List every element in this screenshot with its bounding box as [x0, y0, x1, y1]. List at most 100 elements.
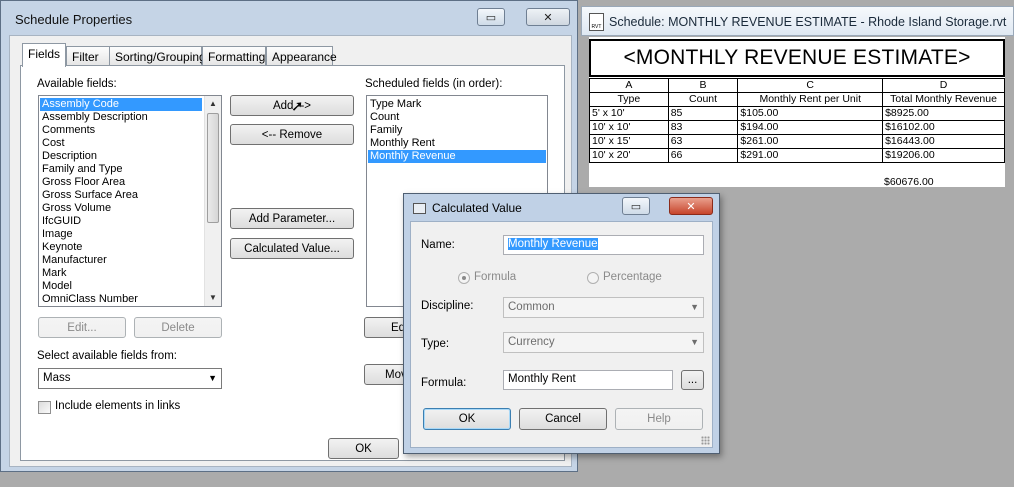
calculated-value-dialog: Calculated Value ▭ ✕ Name: Monthly Reven…	[403, 193, 720, 454]
schedule-heading: <MONTHLY REVENUE ESTIMATE>	[589, 39, 1005, 77]
resize-grip-icon[interactable]	[701, 436, 710, 445]
formula-input[interactable]: Monthly Rent	[503, 370, 673, 390]
schedule-view-title: Schedule: MONTHLY REVENUE ESTIMATE - Rho…	[609, 15, 1007, 29]
include-links-checkbox[interactable]	[38, 401, 51, 414]
table-cell[interactable]: $261.00	[737, 134, 884, 149]
mouse-cursor-icon: ➚	[291, 98, 304, 115]
chevron-down-icon: ▼	[690, 337, 699, 347]
table-cell[interactable]: $19206.00	[882, 148, 1005, 163]
edit-field-button[interactable]: Edit...	[38, 317, 126, 338]
table-cell[interactable]: $105.00	[737, 106, 884, 121]
tab-appearance[interactable]: Appearance	[266, 46, 337, 66]
restore-icon: ▭	[630, 200, 642, 213]
ok-button[interactable]: OK	[328, 438, 399, 459]
available-field-item[interactable]: Keynote	[40, 241, 202, 254]
available-field-item[interactable]: Assembly Description	[40, 111, 202, 124]
table-cell[interactable]: $16102.00	[882, 120, 1005, 135]
name-input[interactable]: Monthly Revenue	[503, 235, 704, 255]
available-field-item[interactable]: Gross Surface Area	[40, 189, 202, 202]
calculated-value-title: Calculated Value	[432, 201, 522, 215]
select-available-fields-label: Select available fields from:	[37, 350, 177, 362]
table-cell[interactable]: 10' x 10'	[589, 120, 669, 135]
formula-input-value: Monthly Rent	[508, 373, 576, 385]
remove-field-button[interactable]: <-- Remove	[230, 124, 354, 145]
scheduled-field-item[interactable]: Monthly Rent	[368, 137, 546, 150]
scroll-up-icon[interactable]: ▲	[205, 96, 221, 112]
rvt-icon-text: RVT	[591, 24, 602, 30]
available-field-item[interactable]: Image	[40, 228, 202, 241]
table-row: 5' x 10' 85 $105.00 $8925.00	[589, 106, 1005, 121]
available-field-item[interactable]: Family and Type	[40, 163, 202, 176]
table-cell[interactable]: 63	[667, 134, 739, 149]
table-cell[interactable]: $8925.00	[882, 106, 1005, 121]
restore-window-button[interactable]: ▭	[477, 8, 505, 26]
formula-browse-button[interactable]: ...	[681, 370, 704, 390]
table-cell[interactable]: $194.00	[737, 120, 884, 135]
calculated-value-button[interactable]: Calculated Value...	[230, 238, 354, 259]
table-cell[interactable]: B	[667, 78, 739, 93]
close-icon: ✕	[686, 200, 696, 213]
table-cell[interactable]: Type	[589, 92, 669, 107]
available-fields-scrollbar[interactable]: ▲ ▼	[204, 96, 221, 306]
calc-help-button[interactable]: Help	[615, 408, 703, 430]
available-field-item[interactable]: OmniClass Number	[40, 293, 202, 306]
available-fields-list[interactable]: Assembly Code Assembly Description Comment…	[38, 95, 222, 307]
available-field-item[interactable]: Gross Volume	[40, 202, 202, 215]
available-field-item[interactable]: Mark	[40, 267, 202, 280]
table-cell[interactable]: $291.00	[737, 148, 884, 163]
delete-field-button[interactable]: Delete	[134, 317, 222, 338]
table-cell[interactable]: Count	[667, 92, 739, 107]
discipline-dropdown[interactable]: Common ▼	[503, 297, 704, 318]
type-dropdown[interactable]: Currency ▼	[503, 332, 704, 353]
available-field-item[interactable]: Comments	[40, 124, 202, 137]
available-field-item[interactable]: Model	[40, 280, 202, 293]
table-row: 10' x 15' 63 $261.00 $16443.00	[589, 134, 1005, 149]
table-row: 10' x 10' 83 $194.00 $16102.00	[589, 120, 1005, 135]
restore-icon: ▭	[485, 11, 497, 24]
formula-label: Formula:	[421, 377, 467, 389]
type-value: Currency	[508, 336, 555, 348]
table-cell[interactable]: 83	[667, 120, 739, 135]
table-row: 10' x 20' 66 $291.00 $19206.00	[589, 148, 1005, 163]
scroll-down-icon[interactable]: ▼	[205, 290, 221, 306]
tab-fields[interactable]: Fields	[22, 43, 66, 67]
available-field-item[interactable]: Cost	[40, 137, 202, 150]
add-parameter-button[interactable]: Add Parameter...	[230, 208, 354, 229]
available-field-item[interactable]: IfcGUID	[40, 215, 202, 228]
close-button[interactable]: ✕	[526, 8, 570, 26]
calc-close-button[interactable]: ✕	[669, 197, 713, 215]
calc-client-area: Name: Monthly Revenue Formula Percentage…	[410, 221, 713, 448]
scroll-thumb[interactable]	[207, 113, 219, 223]
select-fields-from-dropdown[interactable]: Mass ▼	[38, 368, 222, 389]
available-field-item[interactable]: Assembly Code	[40, 98, 202, 111]
available-field-item[interactable]: Description	[40, 150, 202, 163]
table-cell[interactable]: C	[737, 78, 884, 93]
scheduled-field-item[interactable]: Monthly Revenue	[368, 150, 546, 163]
calc-cancel-button[interactable]: Cancel	[519, 408, 607, 430]
scheduled-field-item[interactable]: Count	[368, 111, 546, 124]
table-cell[interactable]: 85	[667, 106, 739, 121]
scheduled-field-item[interactable]: Type Mark	[368, 98, 546, 111]
formula-radio[interactable]	[458, 272, 470, 284]
tab-formatting[interactable]: Formatting	[202, 46, 266, 66]
available-field-item[interactable]: Gross Floor Area	[40, 176, 202, 189]
table-cell[interactable]: D	[882, 78, 1005, 93]
table-cell[interactable]: Monthly Rent per Unit	[737, 92, 884, 107]
table-cell[interactable]: 10' x 20'	[589, 148, 669, 163]
tab-filter[interactable]: Filter	[66, 46, 110, 66]
tab-sorting-grouping[interactable]: Sorting/Grouping	[109, 46, 206, 66]
table-cell[interactable]: 5' x 10'	[589, 106, 669, 121]
calc-ok-button[interactable]: OK	[423, 408, 511, 430]
schedule-view-titlebar: RVT Schedule: MONTHLY REVENUE ESTIMATE -…	[581, 6, 1014, 36]
table-cell[interactable]: Total Monthly Revenue	[882, 92, 1005, 107]
table-cell[interactable]: 66	[667, 148, 739, 163]
percentage-radio[interactable]	[587, 272, 599, 284]
table-cell[interactable]: 10' x 15'	[589, 134, 669, 149]
grand-total: $60676.00	[884, 176, 934, 188]
scheduled-field-item[interactable]: Family	[368, 124, 546, 137]
table-cell[interactable]: A	[589, 78, 669, 93]
table-cell[interactable]: $16443.00	[882, 134, 1005, 149]
available-field-item[interactable]: Manufacturer	[40, 254, 202, 267]
calc-restore-button[interactable]: ▭	[622, 197, 650, 215]
scheduled-fields-label: Scheduled fields (in order):	[365, 78, 503, 90]
